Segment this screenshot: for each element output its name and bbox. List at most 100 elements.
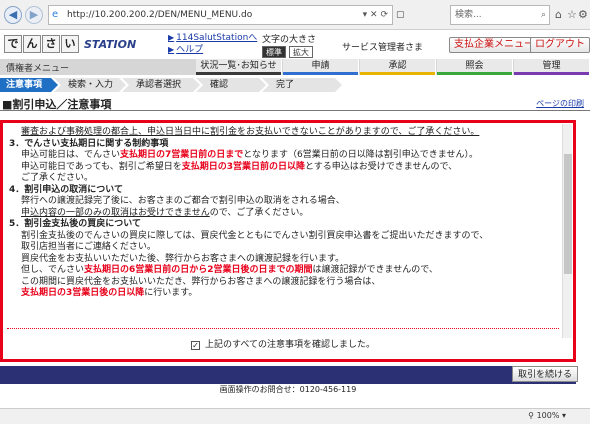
app-header: で ん さ い STATION ▶ 114SalutStationへ ▶ ヘルプ 文… <box>0 30 590 58</box>
help-link-label: ヘルプ <box>176 45 204 55</box>
user-name: サービス管理者さま <box>342 43 424 53</box>
search-placeholder: 検索... <box>455 10 482 20</box>
terms-line: 取引店担当者にご連絡ください。 <box>21 242 156 252</box>
step-notice: 注意事項 <box>0 78 58 92</box>
terms-text: とする申込はお受けできませんので、 <box>305 161 458 172</box>
zoom-control[interactable]: ⚲ 100% ▾ <box>528 411 566 420</box>
tab-status[interactable]: 状況一覧･お知らせ <box>196 59 282 75</box>
ie-page-icon: e <box>52 9 59 20</box>
font-standard-button[interactable]: 標準 <box>262 46 286 58</box>
terms-line: 審査および事務処理の都合上、申込日当日中に割引金をお支払いできないことがあります… <box>21 127 480 137</box>
terms-line: 支払期日の3営業日後の日以降に行います。 <box>9 288 557 300</box>
terms-line: 買戻代金をお支払いいただいた後、弊行からお客さまへの譲渡記録を行います。 <box>21 253 345 264</box>
font-size-label: 文字の大きさ <box>262 35 317 45</box>
terms-scrollbar[interactable] <box>562 124 572 338</box>
terms-underlined: 申込内容の一部のみの取消はお受けできません <box>21 207 210 218</box>
tab-strip[interactable]: ▢ <box>396 5 446 25</box>
help-link[interactable]: ▶ ヘルプ <box>168 44 257 56</box>
terms-line: 割引金支払後のでんさいの買戻に際しては、買戻代金とともにでんさい割引買戻申込書を… <box>21 230 489 241</box>
tab-inquiry-label: 照会 <box>465 61 484 71</box>
header-links: ▶ 114SalutStationへ ▶ ヘルプ <box>168 32 257 56</box>
continue-button[interactable]: 取引を続ける <box>512 366 579 382</box>
logout-button[interactable]: ログアウト <box>530 37 590 53</box>
step-approver: 承認者選択 <box>122 78 200 92</box>
home-icon[interactable]: ⌂ <box>555 8 562 21</box>
tab-color-bar <box>437 72 512 75</box>
contact-info: 画面操作のお問合せ：0120-456-119 <box>219 385 357 394</box>
tab-manage-label: 管理 <box>542 61 561 71</box>
logo-char: で <box>4 35 22 53</box>
arrow-right-icon: ▶ <box>168 33 175 42</box>
confirm-divider <box>7 328 559 329</box>
print-page-link[interactable]: ページの印刷 <box>536 98 584 109</box>
terms-frame: 審査および事務処理の都合上、申込日当日中に割引金をお支払いできないことがあります… <box>0 120 576 362</box>
tab-color-bar <box>283 72 358 75</box>
font-large-button[interactable]: 拡大 <box>288 46 313 58</box>
tab-apply[interactable]: 申請 <box>283 59 359 75</box>
step-complete: 完了 <box>262 78 342 92</box>
top-link[interactable]: ▶ 114SalutStationへ <box>168 32 257 44</box>
section-heading: 3．でんさい支払期日に関する制約事項 <box>9 138 169 149</box>
terms-emphasis: 支払期日の3営業日前の日以降 <box>181 161 306 172</box>
terms-text: となります（6営業日前の日以降は割引申込できません）。 <box>243 150 478 160</box>
terms-content: 審査および事務処理の都合上、申込日当日中に割引金をお支払いできないことがあります… <box>9 127 557 300</box>
logo-char: い <box>61 35 79 53</box>
terms-line: 申込可能日は、でんさい支払期日の7営業日前の日までとなります（6営業日前の日以降… <box>9 150 557 162</box>
tab-color-bar <box>196 72 281 75</box>
tab-color-bar <box>514 72 589 75</box>
terms-line: 申込可能日であっても、割引ご希望日を支払期日の3営業日前の日以降とする申込はお受… <box>9 162 557 174</box>
tab-approve-label: 承認 <box>388 61 407 71</box>
search-icon[interactable]: ⌕ <box>541 6 546 24</box>
address-bar[interactable]: e http://10.200.200.2/DEN/MENU_MENU.do ▾… <box>48 5 393 25</box>
terms-line: 申込内容の一部のみの取消はお受けできませんので、ご了承ください。 <box>9 208 557 220</box>
terms-text: は譲渡記録ができませんので、 <box>312 265 438 275</box>
terms-text: に行います。 <box>144 288 198 298</box>
terms-emphasis: 支払期日の7営業日前の日まで <box>120 150 244 160</box>
tab-apply-label: 申請 <box>311 61 330 71</box>
arrow-right-icon: ▶ <box>168 45 175 54</box>
tab-inquiry[interactable]: 照会 <box>437 59 513 75</box>
zoom-icon: ⚲ <box>528 411 537 420</box>
densai-logo[interactable]: で ん さ い STATION <box>4 34 136 54</box>
confirm-row: ✓ 上記のすべての注意事項を確認しました。 <box>3 337 563 350</box>
logo-char: さ <box>42 35 60 53</box>
back-icon[interactable]: ◀ <box>4 6 22 24</box>
font-size-control: 文字の大きさ 標準 拡大 <box>262 32 316 58</box>
url-text: http://10.200.200.2/DEN/MENU_MENU.do <box>67 10 253 20</box>
search-input[interactable]: 検索... ⌕ <box>450 5 550 25</box>
zoom-level: 100% <box>536 411 560 420</box>
menu-title: 債権者メニュー <box>6 64 70 74</box>
title-divider <box>0 110 590 111</box>
menu-bar: 債権者メニュー 状況一覧･お知らせ 申請 承認 照会 管理 <box>0 59 590 75</box>
section-heading: 4．割引申込の取消について <box>9 184 123 195</box>
terms-line: 但し、でんさい支払期日の6営業日前の日から2営業日後の日までの期間は譲渡記録がで… <box>9 265 557 277</box>
step-confirm: 確認 <box>196 78 266 92</box>
confirm-checkbox[interactable]: ✓ <box>190 341 200 350</box>
payer-menu-button[interactable]: 支払企業メニュー <box>449 37 539 53</box>
logo-station: STATION <box>84 37 137 51</box>
terms-text: ので、ご了承ください。 <box>209 207 309 218</box>
gear-icon[interactable]: ⚙ <box>578 8 588 21</box>
terms-text: 申込可能日は、でんさい <box>21 150 121 160</box>
refresh-icon[interactable]: ▾ ✕ ⟳ <box>363 6 388 24</box>
top-link-label: 114SalutStationへ <box>176 33 258 43</box>
tab-manage[interactable]: 管理 <box>514 59 590 75</box>
tab-approve[interactable]: 承認 <box>360 59 436 75</box>
scrollbar-thumb[interactable] <box>564 154 572 274</box>
terms-text: 但し、でんさい <box>21 265 85 275</box>
action-bar <box>0 366 576 384</box>
terms-line: 弊行への譲渡記録完了後に、お客さまのご都合で割引申込の取消をされる場合、 <box>21 196 345 206</box>
terms-line: この期間に買戻代金をお支払いいただき、弊行からお客さまへの譲渡記録を行う場合は、 <box>21 276 381 287</box>
terms-emphasis: 支払期日の6営業日前の日から2営業日後の日までの期間 <box>84 265 313 275</box>
terms-line: ご了承ください。 <box>21 173 94 183</box>
logo-char: ん <box>23 35 41 53</box>
forward-icon[interactable]: ▶ <box>25 6 43 24</box>
tab-color-bar <box>360 72 435 75</box>
browser-toolbar: ◀ ▶ e http://10.200.200.2/DEN/MENU_MENU.… <box>0 0 590 30</box>
tab-status-label: 状況一覧･お知らせ <box>200 61 277 71</box>
favorites-icon[interactable]: ☆ <box>567 8 577 21</box>
terms-text: 申込可能日であっても、割引ご希望日を <box>21 161 182 172</box>
status-bar: ⚲ 100% ▾ <box>0 408 590 424</box>
step-indicator: 注意事項 検索・入力 承認者選択 確認 完了 <box>0 78 590 92</box>
confirm-label[interactable]: 上記のすべての注意事項を確認しました。 <box>205 340 375 350</box>
